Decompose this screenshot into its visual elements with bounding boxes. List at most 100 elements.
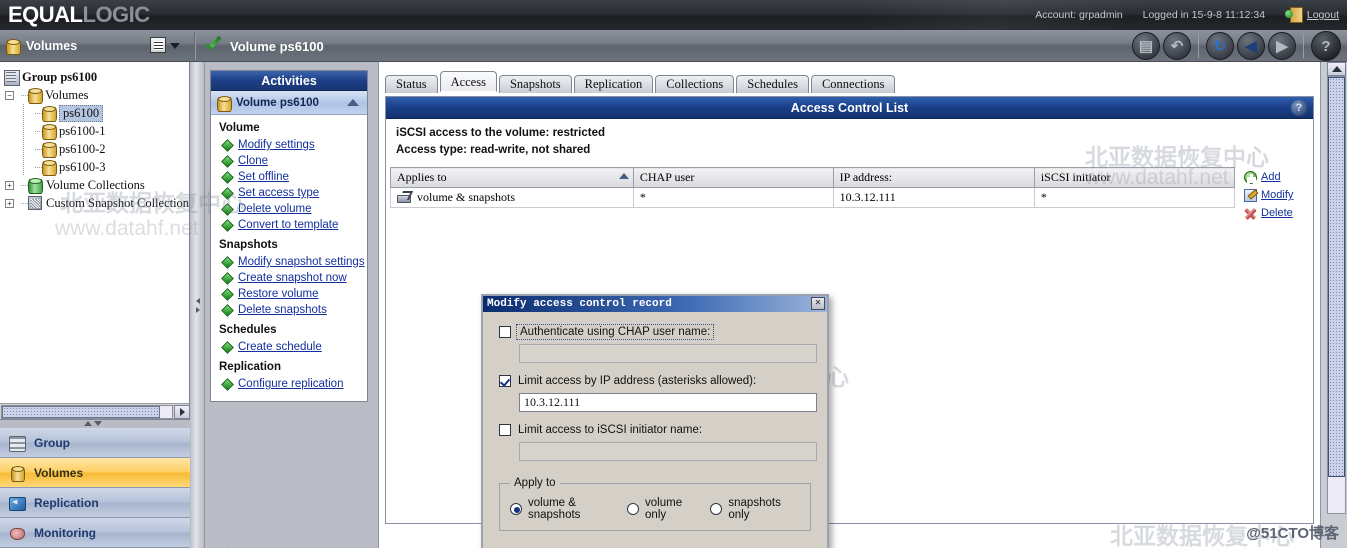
activity-create-snapshot-now[interactable]: Create snapshot now	[221, 270, 367, 286]
tree-node-group[interactable]: Group ps6100	[2, 68, 189, 86]
acl-modify-button[interactable]: Modify	[1244, 187, 1313, 203]
tree-expand-custom-snapshot[interactable]: +	[5, 199, 14, 208]
tree-hscroll-thumb[interactable]	[2, 405, 160, 418]
tab-connections[interactable]: Connections	[810, 75, 896, 93]
forward-icon[interactable]: ▶	[1268, 32, 1296, 60]
activity-link-label[interactable]: Delete volume	[238, 203, 312, 215]
activity-delete-volume[interactable]: Delete volume	[221, 201, 367, 217]
activity-link-label[interactable]: Set offline	[238, 171, 289, 183]
tree-expand-volume-collections[interactable]: +	[5, 181, 14, 190]
activity-delete-snapshots[interactable]: Delete snapshots	[221, 302, 367, 318]
chap-checkbox-row[interactable]: Authenticate using CHAP user name:	[499, 324, 811, 340]
acl-delete-button[interactable]: Delete	[1244, 205, 1313, 221]
tree-node-volume[interactable]: ps6100-3	[2, 158, 189, 176]
chap-user-name-input[interactable]	[519, 344, 817, 363]
back-icon[interactable]: ◀	[1237, 32, 1265, 60]
activity-link-label[interactable]: Modify settings	[238, 139, 315, 151]
tree-node-volume[interactable]: ps6100-2	[2, 140, 189, 158]
radio-button[interactable]	[510, 503, 522, 515]
tree-hscroll-track[interactable]	[1, 404, 173, 419]
list-view-button[interactable]	[150, 37, 166, 53]
activity-modify-snapshot-settings[interactable]: Modify snapshot settings	[221, 254, 367, 270]
activity-link-label[interactable]: Clone	[238, 155, 268, 167]
acl-action-label[interactable]: Delete	[1261, 207, 1293, 219]
radio-button[interactable]	[627, 503, 640, 515]
nav-item-replication[interactable]: Replication	[0, 488, 190, 518]
tree-horizontal-scrollbar[interactable]	[0, 403, 189, 419]
tab-collections[interactable]: Collections	[655, 75, 735, 93]
logout-link[interactable]: Logout	[1307, 9, 1339, 21]
vscroll-track[interactable]	[1327, 76, 1346, 514]
tree-node-volume-collections[interactable]: + Volume Collections	[2, 176, 189, 194]
tree-node-volume[interactable]: ps6100	[2, 104, 189, 122]
acl-col-chap-user[interactable]: CHAP user	[632, 167, 834, 188]
tree-node-custom-snapshot-collection[interactable]: + Custom Snapshot Collection	[2, 194, 189, 212]
activity-set-offline[interactable]: Set offline	[221, 169, 367, 185]
activity-link-label[interactable]: Restore volume	[238, 288, 319, 300]
acl-action-label[interactable]: Add	[1261, 171, 1281, 183]
page-vertical-scrollbar[interactable]	[1320, 62, 1347, 548]
tab-replication[interactable]: Replication	[573, 75, 654, 93]
tab-status[interactable]: Status	[385, 75, 438, 93]
ip-address-input[interactable]	[519, 393, 817, 412]
activity-link-label[interactable]: Configure replication	[238, 378, 343, 390]
activity-link-label[interactable]: Create schedule	[238, 341, 322, 353]
activity-modify-settings[interactable]: Modify settings	[221, 137, 367, 153]
save-icon[interactable]: ▤	[1132, 32, 1160, 60]
activity-link-label[interactable]: Create snapshot now	[238, 272, 347, 284]
radio-volume-and-snapshots[interactable]: volume & snapshots	[510, 497, 607, 521]
activity-create-schedule[interactable]: Create schedule	[221, 339, 367, 355]
iscsi-initiator-input[interactable]	[519, 442, 817, 461]
ip-checkbox-row[interactable]: Limit access by IP address (asterisks al…	[499, 375, 811, 387]
acl-col-ip-address[interactable]: IP address:	[832, 167, 1035, 188]
activity-link-label[interactable]: Modify snapshot settings	[238, 256, 365, 268]
acl-col-applies-to[interactable]: Applies to	[390, 167, 634, 188]
vscroll-thumb[interactable]	[1328, 77, 1345, 477]
tab-schedules[interactable]: Schedules	[736, 75, 809, 93]
chap-checkbox-label[interactable]: Authenticate using CHAP user name:	[515, 324, 715, 340]
table-row[interactable]: volume & snapshots * 10.3.12.111 *	[390, 187, 1236, 208]
acl-col-iscsi-initiator[interactable]: iSCSI initiator	[1033, 167, 1236, 188]
close-icon[interactable]: ✕	[811, 297, 825, 310]
activity-clone[interactable]: Clone	[221, 153, 367, 169]
panel-resize-grip[interactable]	[78, 419, 108, 427]
activity-set-access-type[interactable]: Set access type	[221, 185, 367, 201]
vertical-splitter[interactable]	[191, 62, 205, 548]
activities-subject-row[interactable]: Volume ps6100	[211, 91, 367, 115]
nav-item-volumes[interactable]: Volumes	[0, 458, 190, 488]
radio-volume-only[interactable]: volume only	[627, 497, 690, 521]
chevron-down-icon[interactable]	[170, 43, 180, 49]
tree-hscroll-right-button[interactable]	[174, 404, 189, 419]
revert-icon[interactable]: ↶	[1163, 32, 1191, 60]
initiator-checkbox-label[interactable]: Limit access to iSCSI initiator name:	[518, 424, 702, 436]
acl-action-label[interactable]: Modify	[1261, 189, 1293, 201]
tree-node-volumes[interactable]: − Volumes	[2, 86, 189, 104]
radio-button[interactable]	[710, 503, 723, 515]
collapse-up-icon[interactable]	[347, 99, 359, 106]
ip-checkbox[interactable]	[499, 375, 511, 387]
nav-item-group[interactable]: Group	[0, 428, 190, 458]
tab-access[interactable]: Access	[439, 71, 497, 92]
activity-link-label[interactable]: Set access type	[238, 187, 319, 199]
help-icon[interactable]: ?	[1311, 31, 1341, 61]
scroll-up-button[interactable]	[1327, 62, 1346, 76]
tree-node-volume[interactable]: ps6100-1	[2, 122, 189, 140]
radio-snapshots-only[interactable]: snapshots only	[710, 497, 786, 521]
acl-add-button[interactable]: Add	[1244, 169, 1313, 185]
activity-restore-volume[interactable]: Restore volume	[221, 286, 367, 302]
activity-convert-to-template[interactable]: Convert to template	[221, 217, 367, 233]
activity-configure-replication[interactable]: Configure replication	[221, 376, 367, 392]
ip-checkbox-label[interactable]: Limit access by IP address (asterisks al…	[518, 375, 756, 387]
initiator-checkbox-row[interactable]: Limit access to iSCSI initiator name:	[499, 424, 811, 436]
acl-help-icon[interactable]: ?	[1291, 100, 1307, 116]
initiator-checkbox[interactable]	[499, 424, 511, 436]
activity-link-label[interactable]: Convert to template	[238, 219, 338, 231]
chap-checkbox[interactable]	[499, 326, 511, 338]
nav-item-monitoring[interactable]: Monitoring	[0, 518, 190, 548]
reload-icon[interactable]: ↻	[1206, 32, 1234, 60]
activity-link-label[interactable]: Delete snapshots	[238, 304, 327, 316]
splitter-grip[interactable]	[195, 294, 201, 316]
tab-snapshots[interactable]: Snapshots	[498, 75, 572, 93]
acl-panel-title: Access Control List	[790, 101, 909, 115]
tree-collapse-volumes[interactable]: −	[5, 91, 14, 100]
